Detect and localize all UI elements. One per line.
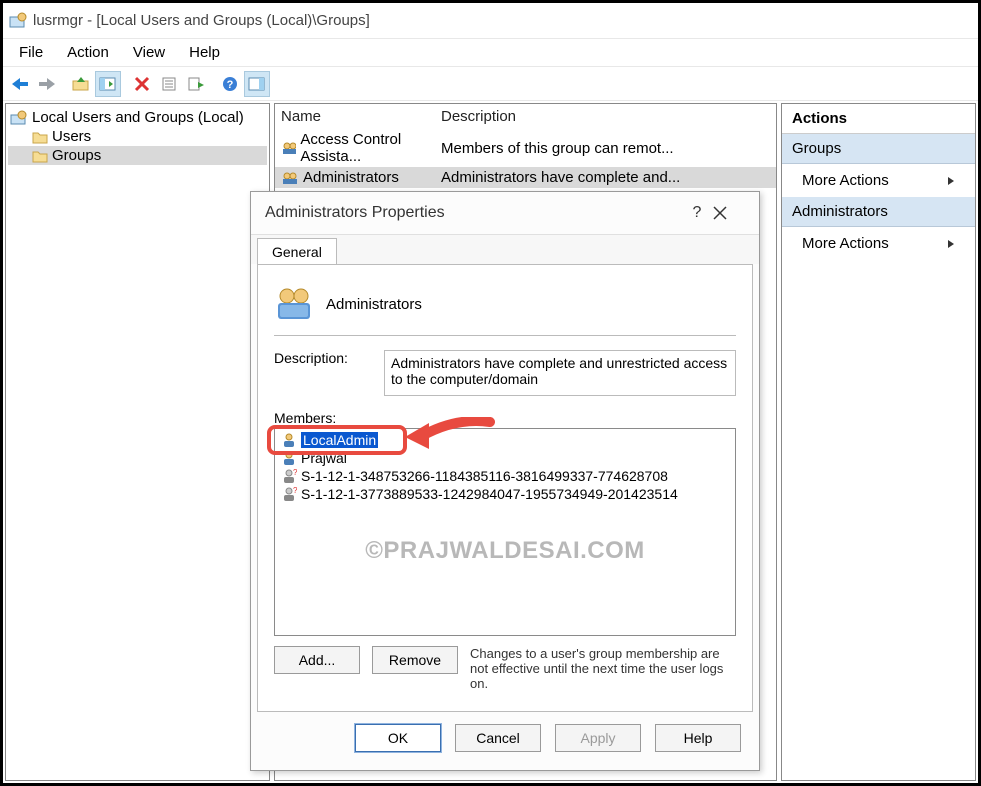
app-window: lusrmgr - [Local Users and Groups (Local…	[0, 0, 981, 786]
ok-button[interactable]: OK	[355, 724, 441, 752]
app-icon	[9, 12, 27, 30]
tree-groups[interactable]: Groups	[8, 146, 267, 165]
group-icon	[281, 170, 299, 186]
tree-root-label: Local Users and Groups (Local)	[32, 109, 244, 126]
up-folder-icon[interactable]	[68, 71, 94, 97]
tree-pane: Local Users and Groups (Local) Users Gro…	[5, 103, 270, 781]
col-desc[interactable]: Description	[441, 108, 770, 125]
members-label: Members:	[274, 410, 736, 426]
close-icon[interactable]	[713, 206, 745, 220]
menu-view[interactable]: View	[125, 42, 181, 63]
description-field[interactable]: Administrators have complete and unrestr…	[384, 350, 736, 396]
watermark-text: ©PRAJWALDESAI.COM	[275, 537, 735, 565]
delete-icon[interactable]	[129, 71, 155, 97]
chevron-right-icon	[947, 177, 955, 185]
properties-dialog: Administrators Properties ? General Admi…	[250, 191, 760, 771]
dialog-title: Administrators Properties	[265, 204, 445, 222]
show-hide-pane-icon[interactable]	[95, 71, 121, 97]
tab-strip: General	[251, 234, 759, 264]
member-row[interactable]: ? S-1-12-1-3773889533-1242984047-1955734…	[275, 485, 735, 503]
forward-icon[interactable]	[34, 71, 60, 97]
properties-icon[interactable]	[156, 71, 182, 97]
folder-icon	[32, 149, 48, 163]
menu-file[interactable]: File	[11, 42, 59, 63]
list-header[interactable]: Name Description	[275, 104, 776, 129]
folder-icon	[32, 130, 48, 144]
svg-text:?: ?	[293, 486, 297, 495]
svg-text:?: ?	[293, 468, 297, 477]
tree-users[interactable]: Users	[8, 127, 267, 146]
actions-header: Actions	[782, 104, 975, 134]
membership-note: Changes to a user's group membership are…	[470, 646, 736, 691]
tab-general[interactable]: General	[257, 238, 337, 265]
actions-more-groups[interactable]: More Actions	[782, 164, 975, 197]
list-row[interactable]: Administrators Administrators have compl…	[275, 167, 776, 188]
svg-text:?: ?	[227, 79, 234, 91]
help-button[interactable]: Help	[655, 724, 741, 752]
member-row[interactable]: ? S-1-12-1-348753266-1184385116-38164993…	[275, 467, 735, 485]
annotation-arrow	[405, 417, 495, 457]
apply-button[interactable]: Apply	[555, 724, 641, 752]
menu-help[interactable]: Help	[181, 42, 236, 63]
menu-action[interactable]: Action	[59, 42, 125, 63]
back-icon[interactable]	[7, 71, 33, 97]
toolbar: ?	[3, 67, 978, 101]
group-mgr-icon	[10, 110, 28, 126]
annotation-highlight	[267, 425, 407, 455]
export-icon[interactable]	[183, 71, 209, 97]
actions-pane: Actions Groups More Actions Administrato…	[781, 103, 976, 781]
add-button[interactable]: Add...	[274, 646, 360, 674]
actions-more-admin[interactable]: More Actions	[782, 227, 975, 260]
dialog-footer: OK Cancel Apply Help	[251, 712, 759, 752]
group-icon	[281, 140, 296, 156]
list-row[interactable]: Access Control Assista... Members of thi…	[275, 129, 776, 167]
actions-section-groups: Groups	[782, 134, 975, 164]
tree-groups-label: Groups	[52, 147, 101, 164]
col-name[interactable]: Name	[281, 108, 441, 125]
group-large-icon	[274, 285, 314, 323]
user-unknown-icon: ?	[281, 486, 297, 502]
tree-root[interactable]: Local Users and Groups (Local)	[8, 108, 267, 127]
description-label: Description:	[274, 350, 364, 396]
dialog-help-icon[interactable]: ?	[681, 204, 713, 222]
tree-users-label: Users	[52, 128, 91, 145]
cancel-button[interactable]: Cancel	[455, 724, 541, 752]
help-icon[interactable]: ?	[217, 71, 243, 97]
chevron-right-icon	[947, 240, 955, 248]
title-text: lusrmgr - [Local Users and Groups (Local…	[33, 12, 370, 29]
members-list[interactable]: LocalAdmin Prajwal ? S-1-12-1-348753266-…	[274, 428, 736, 636]
action-pane-icon[interactable]	[244, 71, 270, 97]
dialog-titlebar: Administrators Properties ?	[251, 192, 759, 234]
user-unknown-icon: ?	[281, 468, 297, 484]
dialog-body: Administrators Description: Administrato…	[257, 264, 753, 712]
group-name: Administrators	[326, 296, 422, 313]
menubar: File Action View Help	[3, 39, 978, 67]
titlebar: lusrmgr - [Local Users and Groups (Local…	[3, 3, 978, 39]
actions-section-admin: Administrators	[782, 197, 975, 227]
remove-button[interactable]: Remove	[372, 646, 458, 674]
